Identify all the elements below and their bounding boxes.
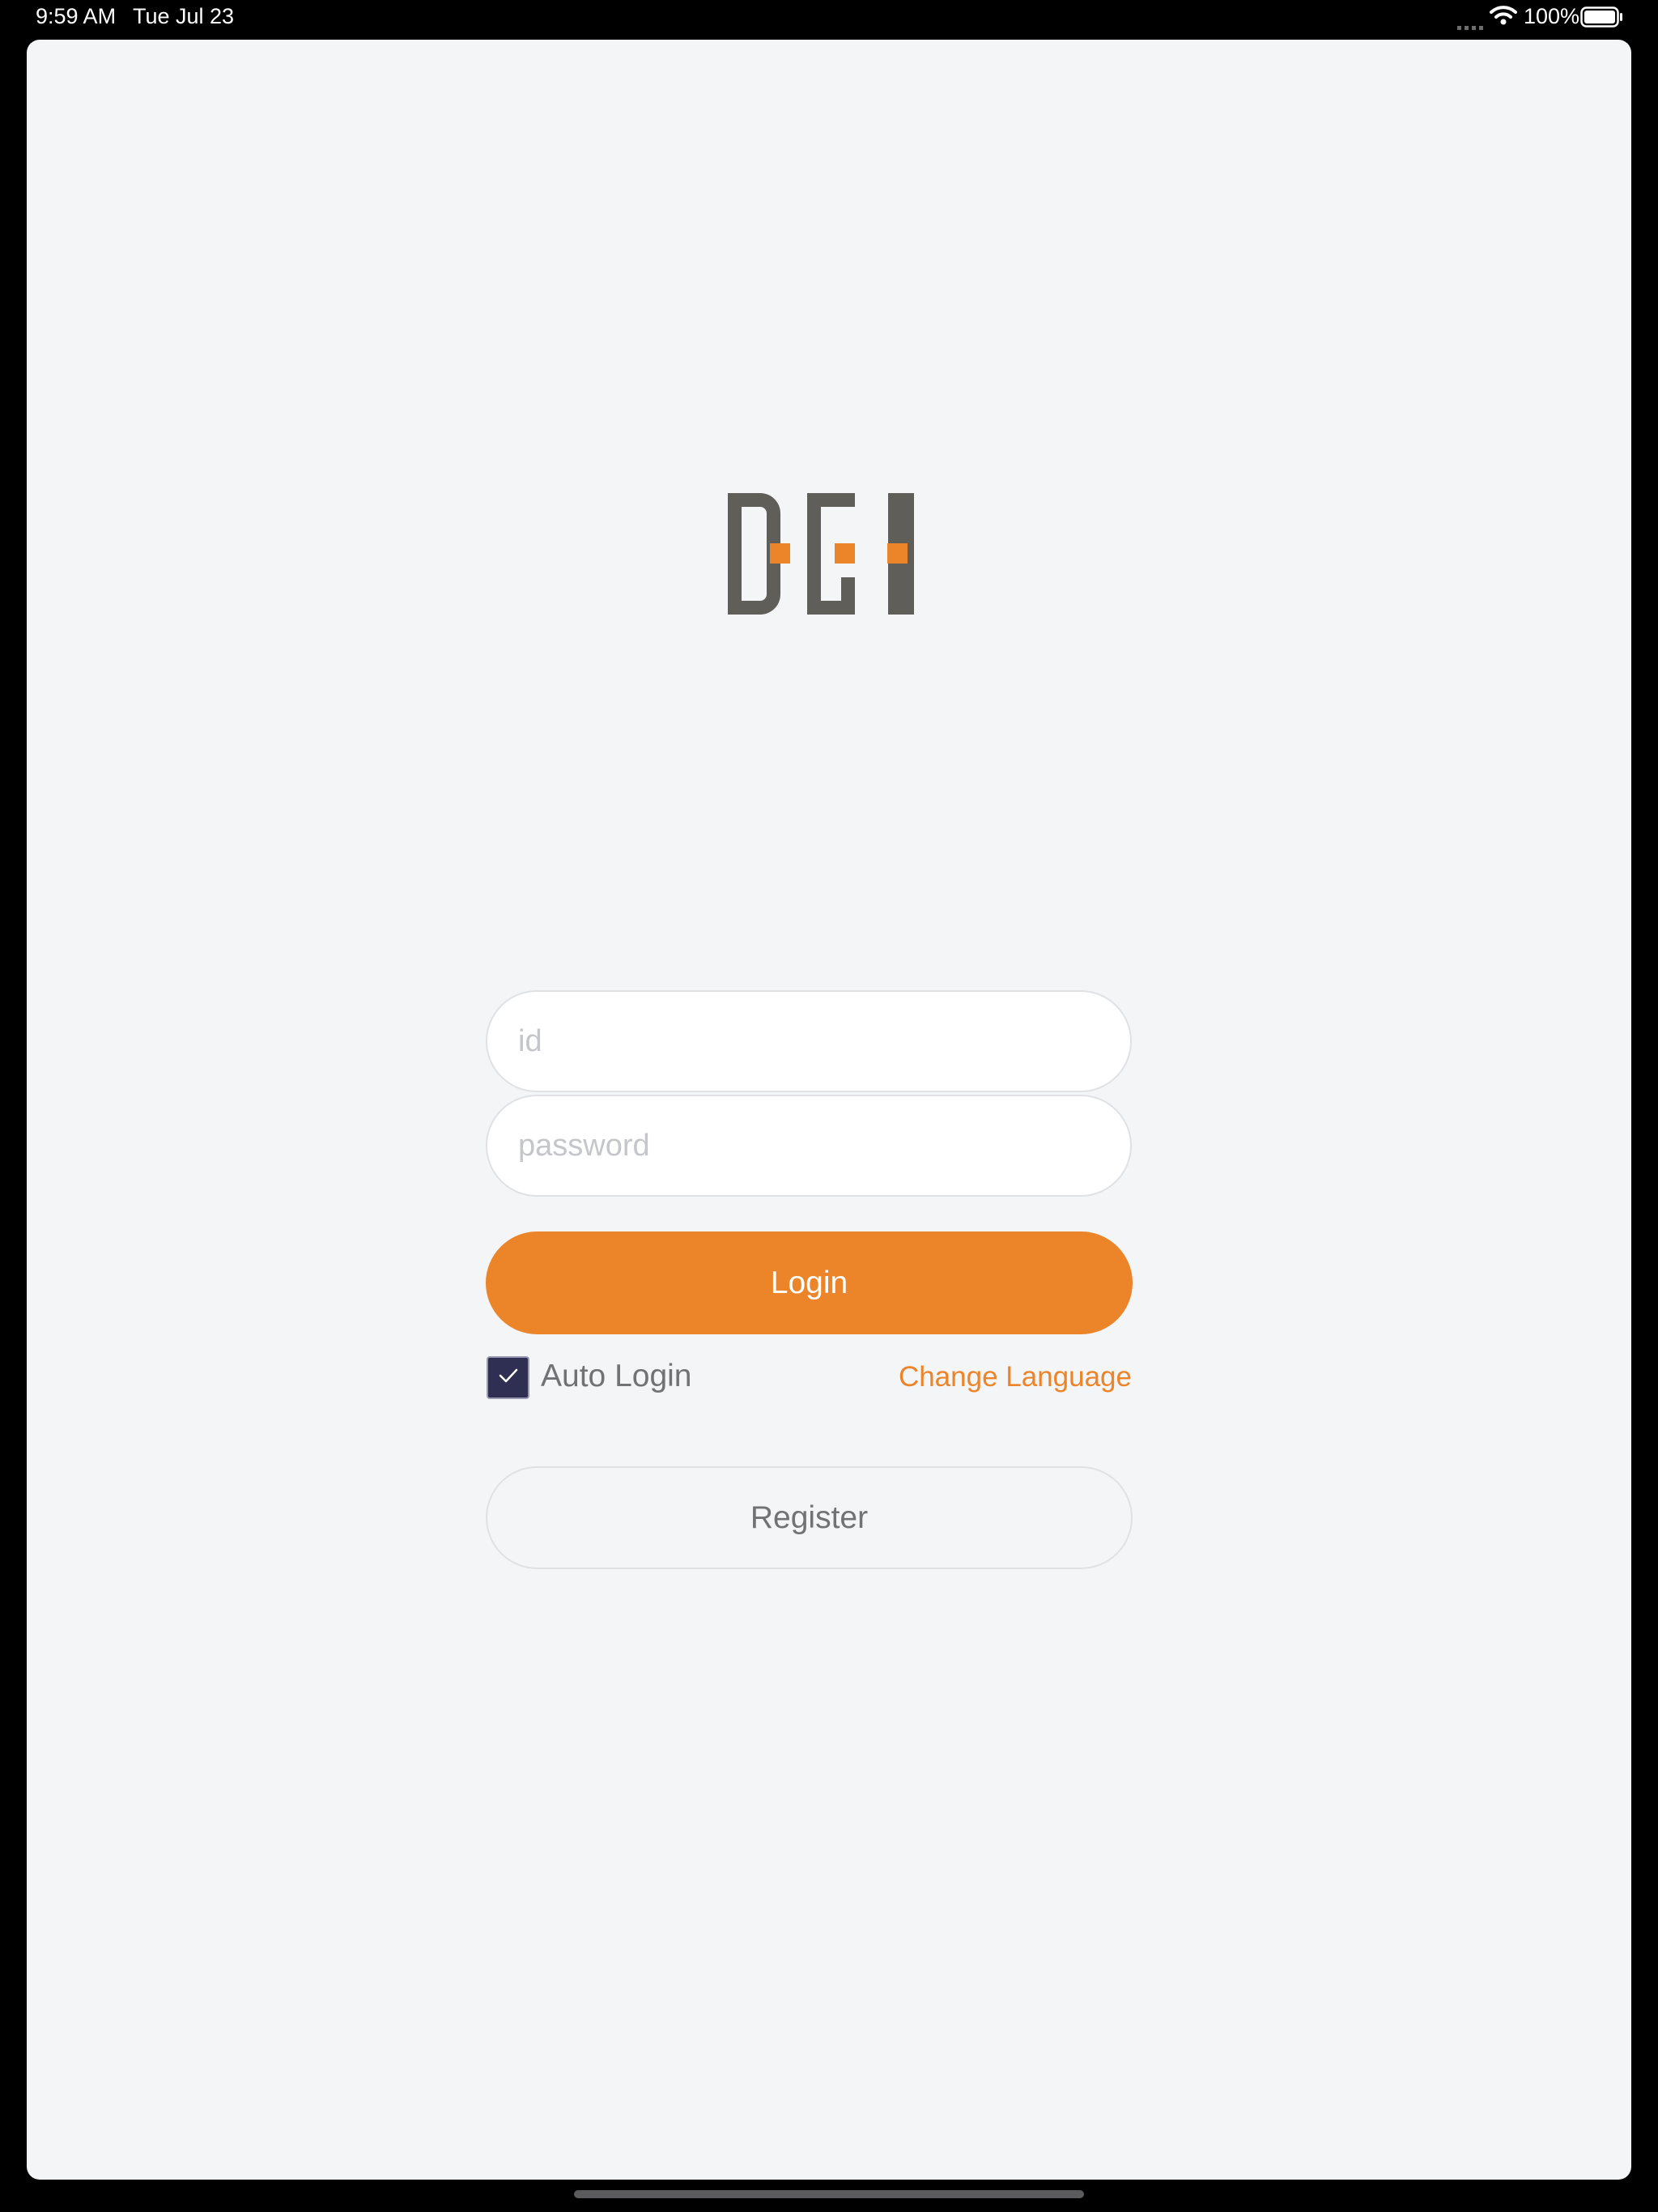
battery-percent: 100%	[1524, 4, 1580, 28]
status-bar: 9:59 AM Tue Jul 23 100%	[0, 0, 1658, 39]
cellular-signal-icon	[1457, 11, 1483, 36]
password-input[interactable]	[486, 1095, 1132, 1197]
change-language-link[interactable]: Change Language	[883, 1361, 1132, 1393]
checkmark-icon	[498, 1368, 519, 1388]
login-button-label: Login	[770, 1265, 848, 1300]
register-button-label: Register	[750, 1499, 869, 1535]
home-indicator[interactable]	[574, 2190, 1084, 2198]
auto-login-checkbox[interactable]	[487, 1356, 529, 1399]
status-date: Tue Jul 23	[133, 4, 235, 28]
status-time: 9:59 AM	[36, 4, 117, 28]
dgi-logo-icon	[728, 493, 915, 615]
auto-login-label[interactable]: Auto Login	[541, 1359, 692, 1394]
register-button[interactable]: Register	[486, 1466, 1133, 1569]
id-input[interactable]	[486, 990, 1132, 1092]
battery-icon	[1580, 6, 1624, 33]
login-button[interactable]: Login	[486, 1231, 1133, 1334]
wifi-icon	[1490, 5, 1517, 32]
